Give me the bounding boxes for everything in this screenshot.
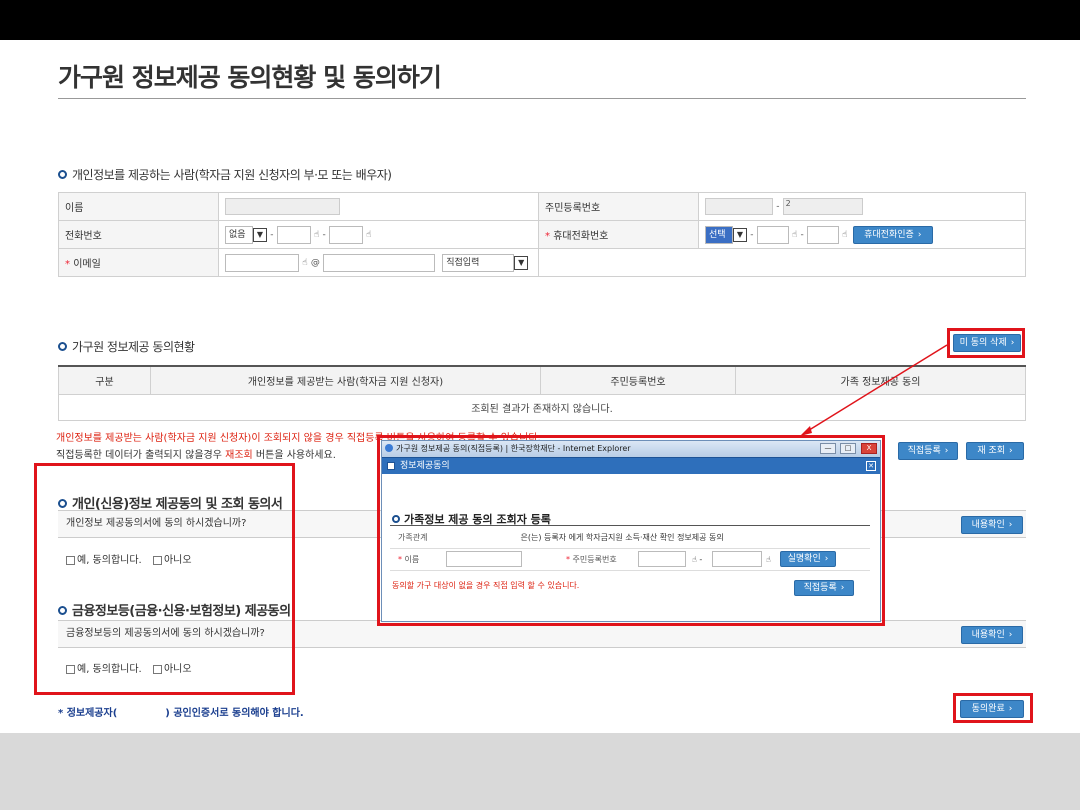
arrow-connector	[800, 344, 948, 436]
top-black-bar	[0, 0, 1080, 40]
page-content: 가구원 정보제공 동의현황 및 동의하기 개인정보를 제공하는 사람(학자금 지…	[0, 40, 1080, 733]
popup-highlight-frame	[377, 435, 885, 626]
